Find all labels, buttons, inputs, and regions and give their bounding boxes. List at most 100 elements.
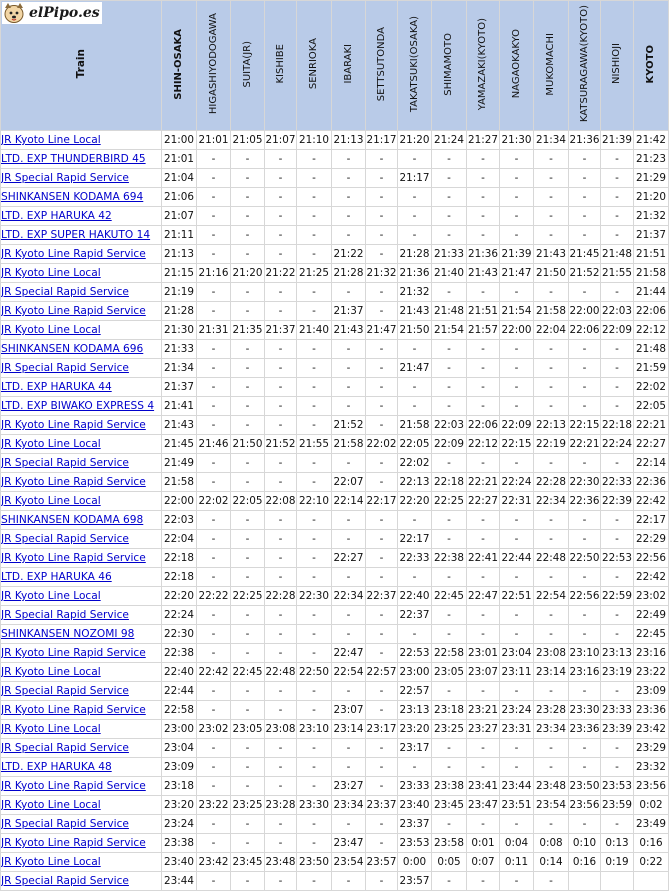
train-link[interactable]: JR Special Rapid Service bbox=[2, 685, 129, 697]
train-link[interactable]: JR Special Rapid Service bbox=[2, 172, 129, 184]
time-cell: - bbox=[296, 605, 332, 625]
time-cell: 21:24 bbox=[431, 130, 467, 150]
time-cell: 21:19 bbox=[161, 282, 197, 302]
time-cell: - bbox=[365, 833, 398, 853]
train-link[interactable]: JR Kyoto Line Local bbox=[2, 134, 101, 146]
table-row: LTD. EXP THUNDERBIRD 45 21:01- - - - - - - - - - - -… bbox=[0, 149, 669, 169]
time-cell: 22:00 bbox=[499, 320, 534, 340]
time-cell: 22:53 bbox=[600, 548, 634, 568]
time-cell: 22:24 bbox=[499, 472, 534, 492]
train-link[interactable]: JR Special Rapid Service bbox=[2, 286, 129, 298]
time-cell: 23:50 bbox=[568, 776, 601, 796]
time-cell: - bbox=[365, 776, 398, 796]
time-cell: - bbox=[196, 510, 231, 530]
train-link[interactable]: JR Kyoto Line Rapid Service bbox=[2, 837, 146, 849]
time-cell: - bbox=[533, 624, 569, 644]
table-row: JR Kyoto Line Local 21:15 21:16 21:20 21:22 2… bbox=[0, 263, 669, 283]
time-cell: 23:57 bbox=[397, 871, 432, 891]
time-cell: 21:34 bbox=[533, 130, 569, 150]
train-link[interactable]: JR Kyoto Line Local bbox=[2, 590, 101, 602]
time-cell: - bbox=[296, 681, 332, 701]
train-cell: LTD. EXP HARUKA 42 bbox=[0, 206, 162, 226]
train-cell: JR Kyoto Line Local bbox=[0, 130, 162, 150]
time-cell: - bbox=[600, 149, 634, 169]
time-cell: 22:27 bbox=[633, 434, 669, 454]
time-cell: - bbox=[365, 757, 398, 777]
train-link[interactable]: JR Special Rapid Service bbox=[2, 875, 129, 887]
train-cell: JR Kyoto Line Local bbox=[0, 263, 162, 283]
time-cell: - bbox=[499, 282, 534, 302]
train-link[interactable]: JR Special Rapid Service bbox=[2, 742, 129, 754]
table-row: JR Kyoto Line Local 22:20 22:22 22:25 22:28 2… bbox=[0, 586, 669, 606]
train-link[interactable]: JR Kyoto Line Rapid Service bbox=[2, 476, 146, 488]
train-link[interactable]: JR Kyoto Line Local bbox=[2, 324, 101, 336]
table-row: JR Special Rapid Service 22:04- - - - - -22:17… bbox=[0, 529, 669, 549]
train-link[interactable]: JR Kyoto Line Rapid Service bbox=[2, 419, 146, 431]
station-header: IBARAKI bbox=[331, 0, 366, 131]
station-name: SETTSUTONDA bbox=[375, 26, 387, 102]
train-link[interactable]: LTD. EXP HARUKA 44 bbox=[2, 381, 112, 393]
train-cell: SHINKANSEN KODAMA 698 bbox=[0, 510, 162, 530]
time-cell: 22:21 bbox=[633, 415, 669, 435]
logo[interactable]: elPipo.es bbox=[2, 2, 102, 24]
train-link[interactable]: JR Kyoto Line Local bbox=[2, 666, 101, 678]
train-link[interactable]: JR Kyoto Line Rapid Service bbox=[2, 248, 146, 260]
train-link[interactable]: JR Kyoto Line Rapid Service bbox=[2, 647, 146, 659]
train-cell: JR Kyoto Line Local bbox=[0, 491, 162, 511]
time-cell: - bbox=[365, 187, 398, 207]
time-cell: 23:04 bbox=[499, 643, 534, 663]
train-link[interactable]: JR Kyoto Line Local bbox=[2, 267, 101, 279]
train-link[interactable]: LTD. EXP HARUKA 42 bbox=[2, 210, 112, 222]
train-link[interactable]: JR Kyoto Line Local bbox=[2, 495, 101, 507]
train-link[interactable]: JR Kyoto Line Rapid Service bbox=[2, 780, 146, 792]
time-cell: - bbox=[499, 187, 534, 207]
train-link[interactable]: LTD. EXP SUPER HAKUTO 14 bbox=[2, 229, 151, 241]
train-link[interactable]: JR Kyoto Line Local bbox=[2, 438, 101, 450]
time-cell: - bbox=[196, 206, 231, 226]
train-link[interactable]: JR Special Rapid Service bbox=[2, 818, 129, 830]
train-link[interactable]: JR Special Rapid Service bbox=[2, 533, 129, 545]
train-link[interactable]: JR Kyoto Line Local bbox=[2, 799, 101, 811]
time-cell: - bbox=[568, 814, 601, 834]
time-cell: - bbox=[331, 738, 366, 758]
time-cell: 23:38 bbox=[431, 776, 467, 796]
time-cell: - bbox=[431, 358, 467, 378]
time-cell: 23:40 bbox=[397, 795, 432, 815]
time-cell: 21:54 bbox=[431, 320, 467, 340]
time-cell: - bbox=[230, 187, 265, 207]
train-link[interactable]: JR Kyoto Line Local bbox=[2, 723, 101, 735]
train-link[interactable]: LTD. EXP THUNDERBIRD 45 bbox=[2, 153, 146, 165]
time-cell: - bbox=[230, 339, 265, 359]
train-link[interactable]: JR Special Rapid Service bbox=[2, 457, 129, 469]
time-cell: - bbox=[331, 529, 366, 549]
train-link[interactable]: LTD. EXP HARUKA 46 bbox=[2, 571, 112, 583]
train-link[interactable]: SHINKANSEN KODAMA 698 bbox=[2, 514, 144, 526]
time-cell: - bbox=[264, 833, 297, 853]
train-link[interactable]: SHINKANSEN KODAMA 696 bbox=[2, 343, 144, 355]
train-link[interactable]: JR Special Rapid Service bbox=[2, 609, 129, 621]
train-link[interactable]: JR Kyoto Line Rapid Service bbox=[2, 305, 146, 317]
time-cell: 21:37 bbox=[264, 320, 297, 340]
train-link[interactable]: LTD. EXP HARUKA 48 bbox=[2, 761, 112, 773]
time-cell: 21:39 bbox=[600, 130, 634, 150]
time-cell: - bbox=[600, 206, 634, 226]
train-link[interactable]: JR Kyoto Line Rapid Service bbox=[2, 704, 146, 716]
time-cell: - bbox=[264, 814, 297, 834]
time-cell: - bbox=[499, 681, 534, 701]
time-cell: 22:17 bbox=[633, 510, 669, 530]
time-cell: 23:20 bbox=[397, 719, 432, 739]
train-link[interactable]: SHINKANSEN KODAMA 694 bbox=[2, 191, 144, 203]
time-cell: 23:49 bbox=[633, 814, 669, 834]
time-cell: - bbox=[230, 833, 265, 853]
time-cell: - bbox=[296, 206, 332, 226]
time-cell: 22:00 bbox=[161, 491, 197, 511]
train-link[interactable]: LTD. EXP BIWAKO EXPRESS 4 bbox=[2, 400, 155, 412]
train-link[interactable]: JR Kyoto Line Rapid Service bbox=[2, 552, 146, 564]
train-link[interactable]: SHINKANSEN NOZOMI 98 bbox=[2, 628, 135, 640]
time-cell: 21:41 bbox=[161, 396, 197, 416]
train-cell: JR Kyoto Line Local bbox=[0, 320, 162, 340]
train-link[interactable]: JR Special Rapid Service bbox=[2, 362, 129, 374]
train-link[interactable]: JR Kyoto Line Local bbox=[2, 856, 101, 868]
time-cell: - bbox=[264, 396, 297, 416]
time-cell: 22:18 bbox=[161, 548, 197, 568]
